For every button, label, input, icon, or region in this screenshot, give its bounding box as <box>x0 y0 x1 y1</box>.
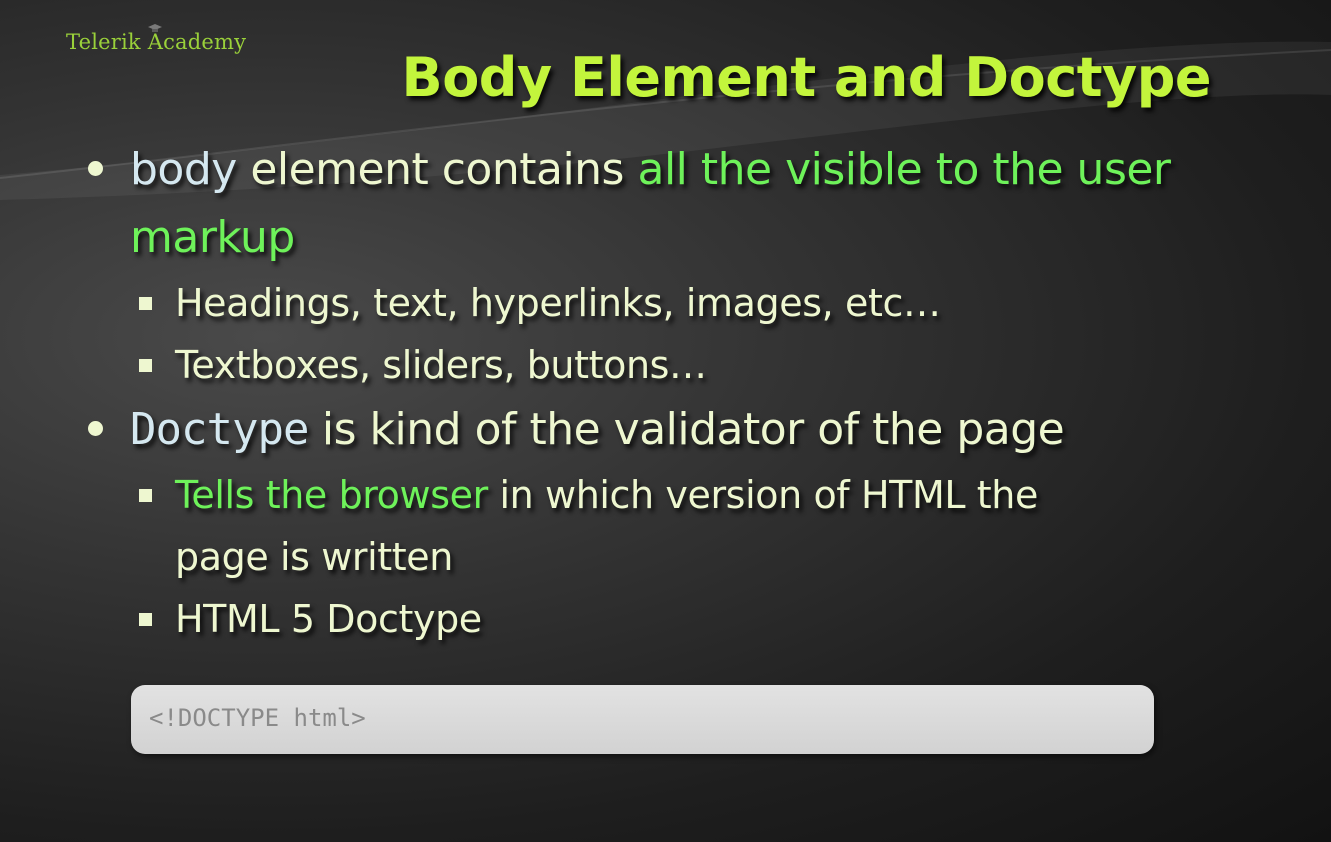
keyword-doctype: Doctype <box>130 404 309 455</box>
bullet-doctype-text: is kind of the validator of the page <box>308 404 1065 455</box>
subbullet-text: in which version of HTML the <box>487 473 1038 517</box>
bullet-body-highlight: all the visible to the user <box>637 144 1171 195</box>
round-bullet-icon <box>88 161 103 176</box>
slide-title: Body Element and Doctype <box>401 46 1212 109</box>
round-bullet-icon <box>88 421 103 436</box>
telerik-academy-logo: Telerik Academy <box>66 24 246 54</box>
bullet-body-text: element contains <box>236 144 638 195</box>
subbullet-text: HTML 5 Doctype <box>175 597 482 641</box>
bullet-doctype: Doctype is kind of the validator of the … <box>84 396 1244 464</box>
square-bullet-icon <box>139 613 152 626</box>
subbullet-doctype-html5: HTML 5 Doctype <box>84 588 1244 650</box>
square-bullet-icon <box>139 359 152 372</box>
keyword-body: body <box>130 144 237 195</box>
square-bullet-icon <box>139 297 152 310</box>
subbullet-text: Textboxes, sliders, buttons… <box>175 343 707 387</box>
bullet-body: body element contains all the visible to… <box>84 136 1244 272</box>
slide-content: body element contains all the visible to… <box>84 136 1244 650</box>
subbullet-doctype-browser: Tells the browser in which version of HT… <box>84 464 1244 588</box>
subbullet-highlight: Tells the browser <box>175 473 488 517</box>
subbullet-body-textboxes: Textboxes, sliders, buttons… <box>84 334 1244 396</box>
bullet-body-highlight-continued: markup <box>130 212 295 263</box>
square-bullet-icon <box>139 489 152 502</box>
code-snippet-box: <!DOCTYPE html> <box>131 685 1154 754</box>
graduation-cap-icon <box>148 24 162 32</box>
subbullet-body-headings: Headings, text, hyperlinks, images, etc… <box>84 272 1244 334</box>
subbullet-text: Headings, text, hyperlinks, images, etc… <box>175 281 941 325</box>
code-snippet: <!DOCTYPE html> <box>149 704 366 732</box>
subbullet-text-continued: page is written <box>175 535 453 579</box>
